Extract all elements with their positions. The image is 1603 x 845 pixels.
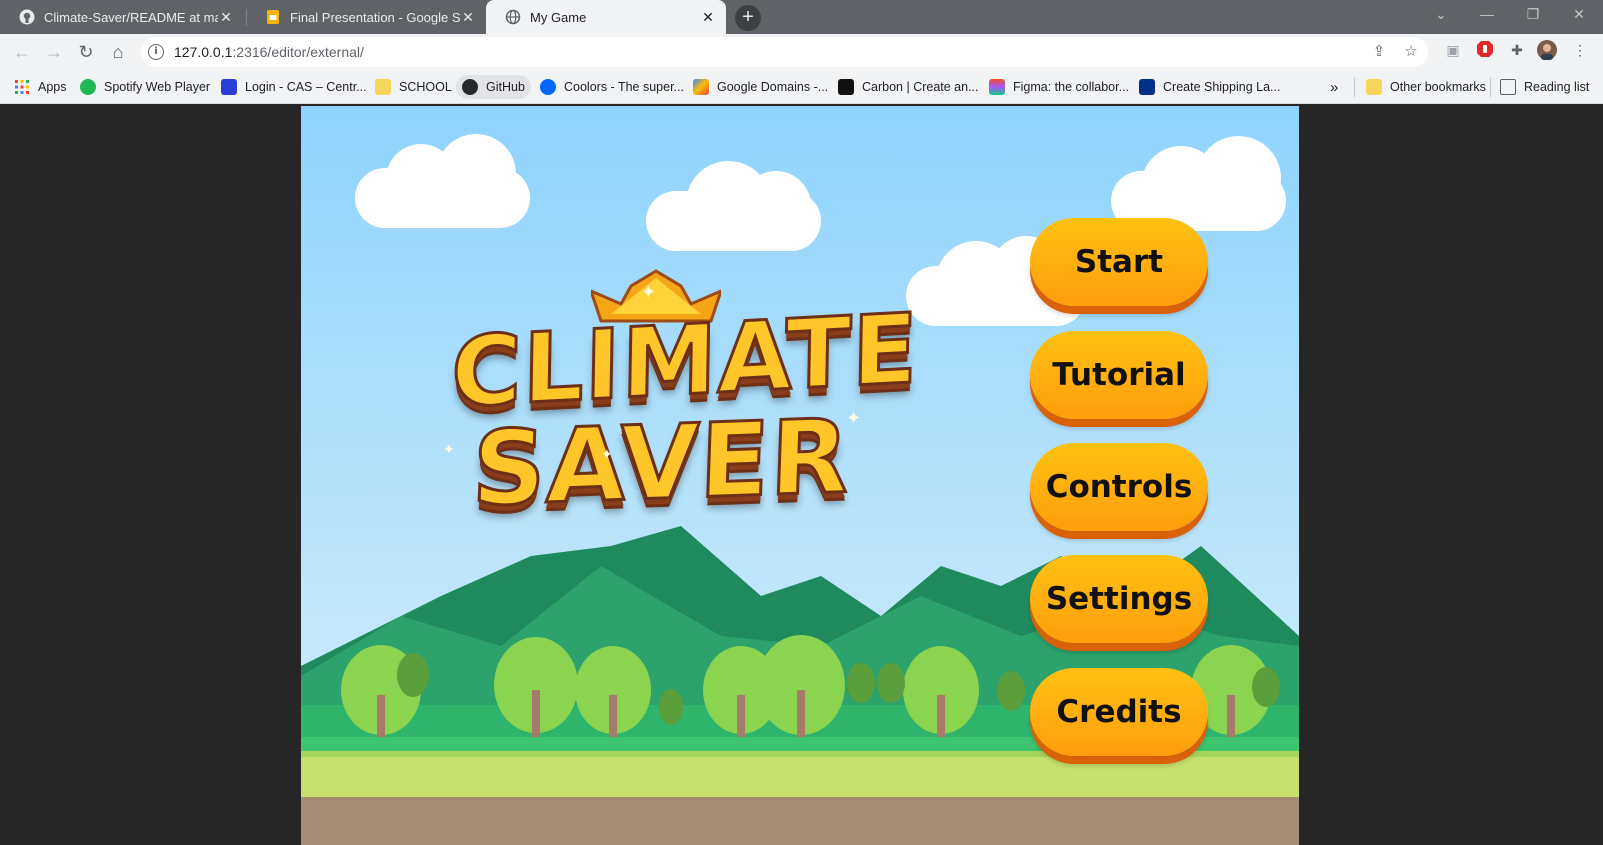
dirt-strip (301, 797, 1299, 845)
tab-my-game[interactable]: My Game ✕ (486, 0, 726, 34)
credits-button-label: Credits (1056, 694, 1182, 730)
tab-google-slides[interactable]: Final Presentation - Google Slides ✕ (246, 0, 486, 34)
tab-title: Final Presentation - Google Slides (290, 9, 460, 25)
spotify-icon (80, 79, 96, 95)
bookmark-label: GitHub (486, 80, 525, 94)
bookmark-label: Reading list (1524, 80, 1590, 94)
paypal-icon (1139, 79, 1155, 95)
url-host: 127.0.0.1 (174, 44, 233, 60)
close-icon[interactable]: ✕ (700, 9, 716, 26)
apps-grid-icon (15, 80, 29, 94)
tab-title: My Game (530, 9, 587, 25)
bookmark-label: Spotify Web Player (104, 80, 211, 94)
restore-icon[interactable]: ❐ (1510, 0, 1556, 30)
bookmark-paypal[interactable]: Create Shipping La... (1139, 75, 1280, 99)
adblock-icon[interactable] (1475, 40, 1495, 60)
github-icon (19, 9, 35, 25)
bookmark-label: Carbon | Create an... (862, 80, 979, 94)
bookmark-label: Login - CAS – Centr... (245, 80, 367, 94)
close-icon[interactable]: ✕ (218, 9, 234, 26)
github-icon (462, 79, 478, 95)
bookmark-github[interactable]: GitHub (456, 75, 531, 99)
start-button[interactable]: Start (1030, 218, 1208, 306)
bookmark-label: Other bookmarks (1390, 80, 1486, 94)
close-window-icon[interactable]: ✕ (1556, 0, 1602, 30)
grass-strip (301, 751, 1299, 797)
bookmark-star-icon[interactable]: ☆ (1402, 43, 1420, 61)
other-bookmarks-folder[interactable]: Other bookmarks (1366, 75, 1486, 99)
bookmark-apps[interactable]: Apps (14, 75, 67, 99)
tutorial-button[interactable]: Tutorial (1030, 331, 1208, 419)
reading-list-icon (1500, 79, 1516, 95)
sparkle-icon: ✦ (846, 408, 862, 428)
bookmark-label: Coolors - The super... (564, 80, 684, 94)
credits-button[interactable]: Credits (1030, 668, 1208, 756)
tutorial-button-label: Tutorial (1052, 357, 1186, 393)
site-info-icon[interactable]: i (148, 44, 164, 60)
bookmark-spotify[interactable]: Spotify Web Player (80, 75, 210, 99)
share-icon[interactable]: ⇪ (1370, 43, 1388, 61)
bookmarks-overflow-button[interactable]: » (1330, 75, 1338, 99)
forward-arrow-icon[interactable]: → (40, 38, 68, 66)
bookmark-label: Apps (38, 80, 67, 94)
game-canvas[interactable]: CLIMATE SAVER ✦ ✦ ✦ ✦ Start Tutorial Con… (301, 106, 1299, 845)
bookmarks-divider (1490, 77, 1491, 97)
logo-line-2: SAVER (469, 396, 854, 531)
game-logo: CLIMATE SAVER ✦ ✦ ✦ ✦ (443, 269, 921, 556)
sparkle-icon: ✦ (641, 282, 657, 302)
bookmark-figma[interactable]: Figma: the collabor... (989, 75, 1129, 99)
close-icon[interactable]: ✕ (460, 9, 476, 26)
reading-list-button[interactable]: Reading list (1500, 75, 1589, 99)
bookmark-label: Google Domains -... (717, 80, 829, 94)
bookmark-carbon[interactable]: Carbon | Create an... (838, 75, 979, 99)
bookmark-folder-school[interactable]: SCHOOL (375, 75, 452, 99)
controls-button-label: Controls (1045, 469, 1193, 505)
avatar[interactable] (1537, 40, 1557, 60)
new-tab-button[interactable]: + (735, 5, 761, 31)
carbon-icon (838, 79, 854, 95)
sparkle-icon: ✦ (443, 441, 455, 457)
globe-icon (505, 9, 521, 25)
folder-icon (375, 79, 391, 95)
bookmark-cas-login[interactable]: Login - CAS – Centr... (221, 75, 367, 99)
controls-button[interactable]: Controls (1030, 443, 1208, 531)
address-bar[interactable]: i 127.0.0.1:2316/editor/external/ ⇪ ☆ (141, 37, 1428, 67)
coolors-icon (540, 79, 556, 95)
settings-button[interactable]: Settings (1030, 555, 1208, 643)
menu-kebab-icon[interactable]: ⋮ (1570, 40, 1590, 60)
settings-button-label: Settings (1045, 581, 1193, 617)
bookmark-label: SCHOOL (399, 80, 452, 94)
google-slides-icon (267, 10, 279, 24)
start-button-label: Start (1074, 244, 1164, 280)
browser-toolbar: ← → ↻ ⌂ i 127.0.0.1:2316/editor/external… (0, 34, 1603, 70)
figma-icon (989, 79, 1005, 95)
reload-icon[interactable]: ↻ (72, 38, 100, 66)
home-icon[interactable]: ⌂ (104, 38, 132, 66)
extensions-puzzle-icon[interactable]: ✚ (1507, 40, 1527, 60)
url-text: 127.0.0.1:2316/editor/external/ (174, 44, 364, 60)
bookmark-google-domains[interactable]: Google Domains -... (693, 75, 828, 99)
bookmark-label: Create Shipping La... (1163, 80, 1281, 94)
bookmark-coolors[interactable]: Coolors - The super... (540, 75, 684, 99)
cas-icon (221, 79, 237, 95)
bookmark-label: Figma: the collabor... (1013, 80, 1130, 94)
folder-icon (1366, 79, 1382, 95)
google-domains-icon (693, 79, 709, 95)
bookmarks-divider (1354, 77, 1355, 97)
tab-github-readme[interactable]: Climate-Saver/README at main · ✕ (0, 0, 244, 34)
bookmarks-bar: Apps Spotify Web Player Login - CAS – Ce… (0, 70, 1603, 104)
tab-title: Climate-Saver/README at main · (44, 9, 218, 25)
minimize-icon[interactable]: — (1464, 0, 1510, 30)
sparkle-icon: ✦ (601, 446, 613, 462)
back-arrow-icon[interactable]: ← (8, 38, 36, 66)
tab-strip: Climate-Saver/README at main · ✕ Final P… (0, 0, 1603, 34)
url-path: :2316/editor/external/ (232, 44, 364, 60)
extension-icon[interactable]: ▣ (1443, 40, 1463, 60)
tab-search-icon[interactable]: ⌄ (1418, 0, 1464, 30)
